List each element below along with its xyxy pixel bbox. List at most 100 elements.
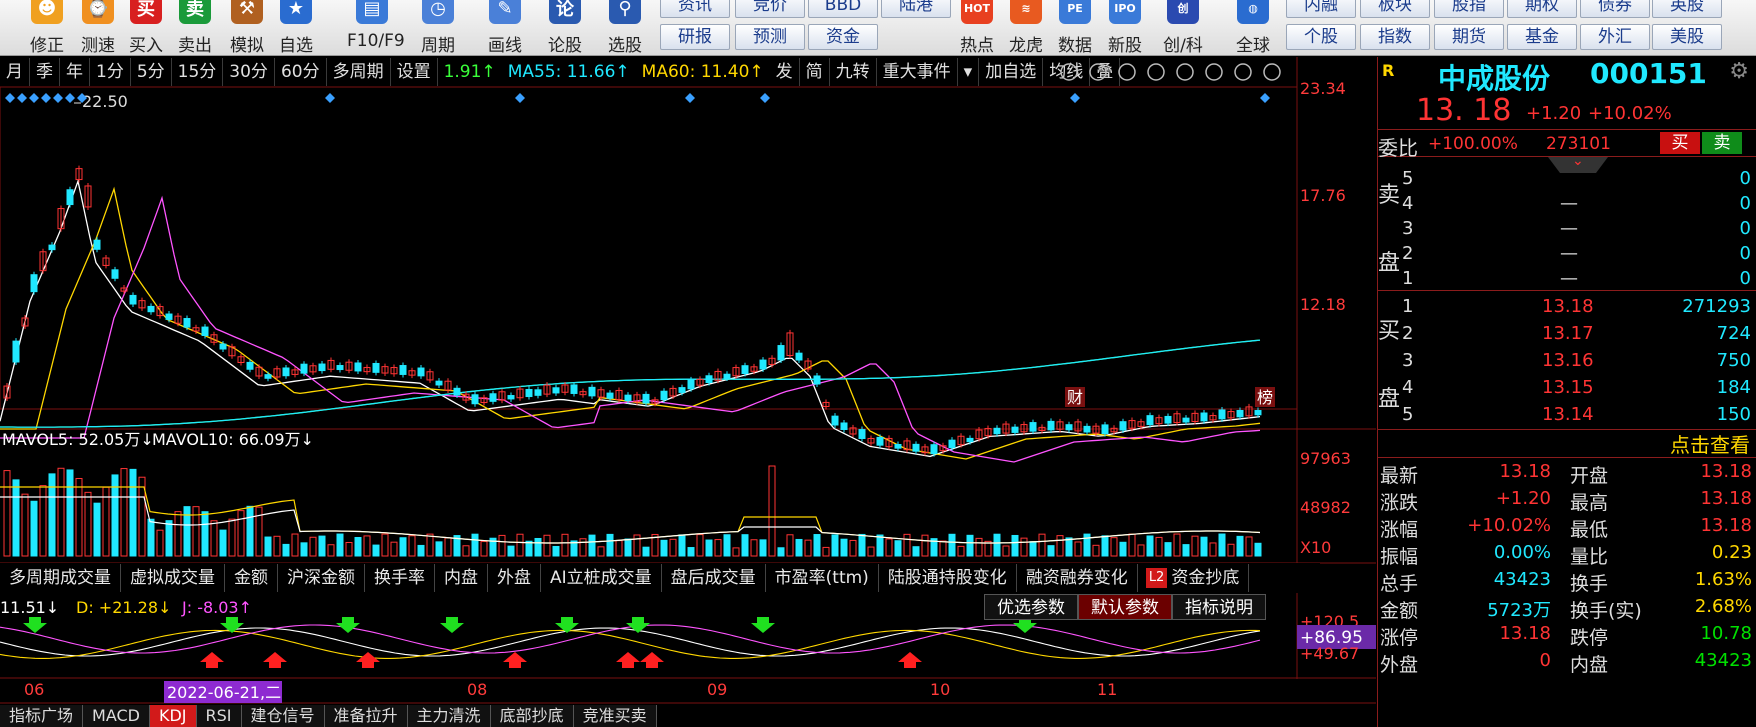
candle-body xyxy=(813,375,821,385)
toolbar-mid-item-0[interactable]: HOT 热点 xyxy=(952,0,1002,56)
indicator-tab-6[interactable]: 外盘 xyxy=(488,564,541,592)
stat-label: 振幅 xyxy=(1380,546,1419,568)
preferred-params-tab[interactable]: 优选参数 xyxy=(984,594,1078,620)
bottom-indicator-tab-0[interactable]: 指标广场 xyxy=(0,705,84,727)
default-params-tab[interactable]: 默认参数 xyxy=(1078,594,1172,620)
up-arrow-icon xyxy=(200,652,224,668)
buy-order-row[interactable]: 1 13.18 271293 xyxy=(1378,293,1756,323)
indicator-tab-4[interactable]: 换手率 xyxy=(365,564,435,592)
market-top-button-5[interactable]: 英股 xyxy=(1652,0,1722,18)
indicator-tab-2[interactable]: 金额 xyxy=(225,564,278,592)
toolbar-mid-item-5[interactable]: ◍ 全球 xyxy=(1228,0,1278,56)
group-top-button-2[interactable]: BBD xyxy=(808,0,878,18)
candle-body xyxy=(318,363,326,372)
market-bottom-button-3[interactable]: 基金 xyxy=(1507,24,1577,50)
indicator-tab-11[interactable]: 融资融券变化 xyxy=(1017,564,1138,592)
volume-bar xyxy=(237,510,245,557)
buy-order-row[interactable]: 4 13.15 184 xyxy=(1378,374,1756,404)
market-top-button-4[interactable]: 债券 xyxy=(1580,0,1650,18)
toolbar-item-3[interactable]: 卖卖出 xyxy=(170,0,220,56)
indicator-tab-7[interactable]: AI立桩成交量 xyxy=(541,564,662,592)
order-price: — xyxy=(1560,193,1578,214)
buy-button[interactable]: 买 xyxy=(1660,132,1700,154)
volume-bar xyxy=(12,479,20,557)
stock-name: 中成股份 xyxy=(1438,62,1551,95)
group-bottom-button-1[interactable]: 预测 xyxy=(735,24,805,50)
toolbar-mid-item-1[interactable]: ≋ 龙虎 xyxy=(1001,0,1051,56)
candle-body xyxy=(183,318,191,328)
toolbar-item-9[interactable]: 论论股 xyxy=(540,0,590,56)
toolbar-item-4[interactable]: ⚒ 模拟 xyxy=(222,0,272,56)
group-top-button-1[interactable]: 竞价 xyxy=(735,0,805,18)
toolbar-item-8[interactable]: ✎ 画线 xyxy=(480,0,530,56)
market-top-button-3[interactable]: 期权 xyxy=(1507,0,1577,18)
indicator-tab-8[interactable]: 盘后成交量 xyxy=(662,564,766,592)
toolbar-mid-item-4[interactable]: 创创/科 xyxy=(1158,0,1208,56)
buy-order-row[interactable]: 5 13.14 150 xyxy=(1378,401,1756,431)
market-top-button-1[interactable]: 板块 xyxy=(1360,0,1430,18)
indicator-tab-10[interactable]: 陆股通持股变化 xyxy=(879,564,1017,592)
group-bottom-button-0[interactable]: 研报 xyxy=(660,24,730,50)
market-bottom-button-0[interactable]: 个股 xyxy=(1286,24,1356,50)
toolbar-item-1[interactable]: ⌚ 测速 xyxy=(73,0,123,56)
toolbar-mid-item-2[interactable]: PE 数据 xyxy=(1050,0,1100,56)
order-price: — xyxy=(1560,243,1578,264)
stock-code: 000151 xyxy=(1590,57,1707,90)
candle-body xyxy=(264,374,272,379)
bottom-indicator-tab-7[interactable]: 底部抄底 xyxy=(490,705,574,727)
order-price: 13.15 xyxy=(1542,377,1594,398)
toolbar-item-0[interactable]: ☻ 修正 xyxy=(22,0,72,56)
volume-bar xyxy=(525,540,533,557)
toolbar-mid-item-3[interactable]: IPO 新股 xyxy=(1100,0,1150,56)
indicator-tab-9[interactable]: 市盈率(ttm) xyxy=(766,564,879,592)
bottom-indicator-tab-6[interactable]: 主力清洗 xyxy=(407,705,491,727)
market-bottom-button-1[interactable]: 指数 xyxy=(1360,24,1430,50)
order-level: 4 xyxy=(1402,377,1414,398)
indicator-tab-1[interactable]: 虚拟成交量 xyxy=(121,564,225,592)
stat-label: 外盘 xyxy=(1380,654,1419,676)
toolbar-item-10[interactable]: ⚲ 选股 xyxy=(600,0,650,56)
indicator-tab-capital-bottom[interactable]: 资金抄底 xyxy=(1171,564,1250,592)
bottom-indicator-tab-5[interactable]: 准备拉升 xyxy=(324,705,408,727)
indicator-tab-3[interactable]: 沪深金额 xyxy=(278,564,365,592)
market-bottom-button-2[interactable]: 期货 xyxy=(1434,24,1504,50)
order-volume: 150 xyxy=(1716,404,1751,425)
settings-gear-icon[interactable]: ⚙ xyxy=(1729,59,1749,84)
group-bottom-button-2[interactable]: 资金 xyxy=(808,24,878,50)
ranking-marker[interactable]: 榜 xyxy=(1257,388,1273,407)
toolbar-item-7[interactable]: ◷ 周期 xyxy=(413,0,463,56)
candle-body xyxy=(1254,410,1262,416)
indicator-help-tab[interactable]: 指标说明 xyxy=(1172,594,1266,620)
buy-order-row[interactable]: 2 13.17 724 xyxy=(1378,320,1756,350)
order-price: 13.18 xyxy=(1542,296,1594,317)
volume-bar xyxy=(1200,536,1208,557)
group-top-button-3[interactable]: 陆港 xyxy=(881,0,951,18)
indicator-tab-0[interactable]: 多周期成交量 xyxy=(0,564,121,592)
volume-bar xyxy=(462,545,470,557)
indicator-tab-5[interactable]: 内盘 xyxy=(435,564,488,592)
toolbar-item-2[interactable]: 买买入 xyxy=(121,0,171,56)
market-bottom-button-4[interactable]: 外汇 xyxy=(1580,24,1650,50)
market-top-button-0[interactable]: 内融 xyxy=(1286,0,1356,18)
bottom-indicator-tab-3[interactable]: RSI xyxy=(196,705,242,727)
volume-bar xyxy=(660,539,668,557)
volume-bar xyxy=(30,500,38,557)
candle-body xyxy=(336,365,344,371)
buy-order-row[interactable]: 3 13.16 750 xyxy=(1378,347,1756,377)
bottom-indicator-tab-1[interactable]: MACD xyxy=(83,705,150,727)
group-top-button-0[interactable]: 资讯 xyxy=(660,0,730,18)
bottom-indicator-tab-2[interactable]: KDJ xyxy=(149,705,197,727)
market-top-button-2[interactable]: 股指 xyxy=(1434,0,1504,18)
order-volume: 271293 xyxy=(1682,296,1751,317)
toolbar-item-label: F10/F9 xyxy=(347,31,405,51)
finance-marker[interactable]: 财 xyxy=(1067,388,1083,407)
market-bottom-button-5[interactable]: 美股 xyxy=(1652,24,1722,50)
toolbar-item-6[interactable]: ▤ F10/F9 xyxy=(347,0,405,56)
toolbar-item-5[interactable]: ★ 自选 xyxy=(271,0,321,56)
chart-toolbar[interactable] xyxy=(1060,63,1281,81)
sell-button[interactable]: 卖 xyxy=(1702,132,1742,154)
click-view-link[interactable]: 点击查看 xyxy=(1670,429,1750,458)
bottom-indicator-tab-8[interactable]: 竞准买卖 xyxy=(573,705,657,727)
bottom-indicator-tab-4[interactable]: 建仓信号 xyxy=(241,705,325,727)
toolbar-item-label: 全球 xyxy=(1236,36,1270,56)
